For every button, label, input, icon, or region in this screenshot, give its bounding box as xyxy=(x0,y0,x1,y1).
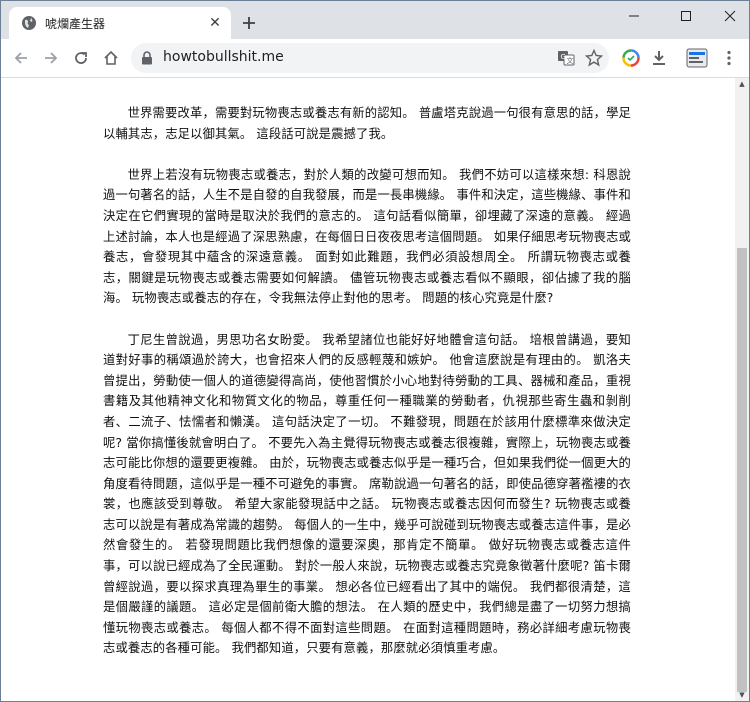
home-icon xyxy=(104,50,118,65)
active-tab[interactable]: 唬爛產生器 ✕ xyxy=(9,7,231,39)
forward-button[interactable] xyxy=(39,46,63,70)
url-text[interactable]: howtobullshit.me xyxy=(163,49,284,65)
tab-strip: 唬爛產生器 ✕ xyxy=(1,1,749,39)
plus-icon xyxy=(243,17,255,29)
minimize-button[interactable] xyxy=(611,1,657,31)
home-button[interactable] xyxy=(99,46,123,70)
scroll-down-icon[interactable]: ▼ xyxy=(735,689,749,701)
vertical-scrollbar[interactable]: ▲ ▼ xyxy=(735,78,749,701)
maximize-button[interactable] xyxy=(663,1,709,31)
download-button[interactable] xyxy=(647,46,671,70)
close-window-button[interactable] xyxy=(707,1,749,31)
avatar-icon xyxy=(686,48,708,68)
kebab-menu-icon xyxy=(727,50,731,66)
browser-window: 唬爛產生器 ✕ howtobullshit.me G 文 世界需要改革，需要對玩… xyxy=(0,0,750,702)
back-button[interactable] xyxy=(9,46,33,70)
star-icon[interactable] xyxy=(585,49,603,67)
translate-icon[interactable]: G 文 xyxy=(557,49,575,67)
close-icon xyxy=(724,10,736,22)
lock-icon[interactable] xyxy=(141,51,153,65)
article-paragraph: 世界上若沒有玩物喪志或養志，對於人類的改變可想而知。 我們不妨可以這樣來想: 科… xyxy=(103,167,631,306)
reload-button[interactable] xyxy=(69,46,93,70)
page-content: 世界需要改革，需要對玩物喪志或養志有新的認知。 普盧塔克說過一句很有意思的話，學… xyxy=(1,78,735,701)
extension-icon xyxy=(622,49,640,67)
download-icon xyxy=(653,51,665,65)
scroll-thumb[interactable] xyxy=(737,248,747,692)
svg-text:G: G xyxy=(561,53,566,61)
close-tab-icon[interactable]: ✕ xyxy=(206,14,224,32)
menu-button[interactable] xyxy=(717,46,741,70)
tab-title: 唬爛產生器 xyxy=(45,17,106,31)
reload-icon xyxy=(75,52,87,64)
address-bar[interactable]: howtobullshit.me G 文 xyxy=(131,43,609,73)
arrow-right-icon xyxy=(45,52,58,64)
browser-toolbar: howtobullshit.me G 文 xyxy=(1,39,749,78)
generated-article: 世界需要改革，需要對玩物喪志或養志有新的認知。 普盧塔克說過一句很有意思的話，學… xyxy=(103,103,631,680)
profile-button[interactable] xyxy=(685,46,709,70)
maximize-icon xyxy=(681,11,691,21)
new-tab-button[interactable] xyxy=(239,13,259,33)
arrow-left-icon xyxy=(14,52,27,64)
article-paragraph: 世界需要改革，需要對玩物喪志或養志有新的認知。 普盧塔克說過一句很有意思的話，學… xyxy=(103,106,631,141)
extension-button[interactable] xyxy=(619,46,643,70)
svg-text:文: 文 xyxy=(567,56,574,65)
globe-icon xyxy=(22,16,36,30)
article-paragraph: 丁尼生曾說過，男思功名女盼愛。 我希望諸位也能好好地體會這句話。 培根曾講過，要… xyxy=(103,332,631,656)
scroll-up-icon[interactable]: ▲ xyxy=(735,78,749,90)
minimize-icon xyxy=(629,15,639,17)
